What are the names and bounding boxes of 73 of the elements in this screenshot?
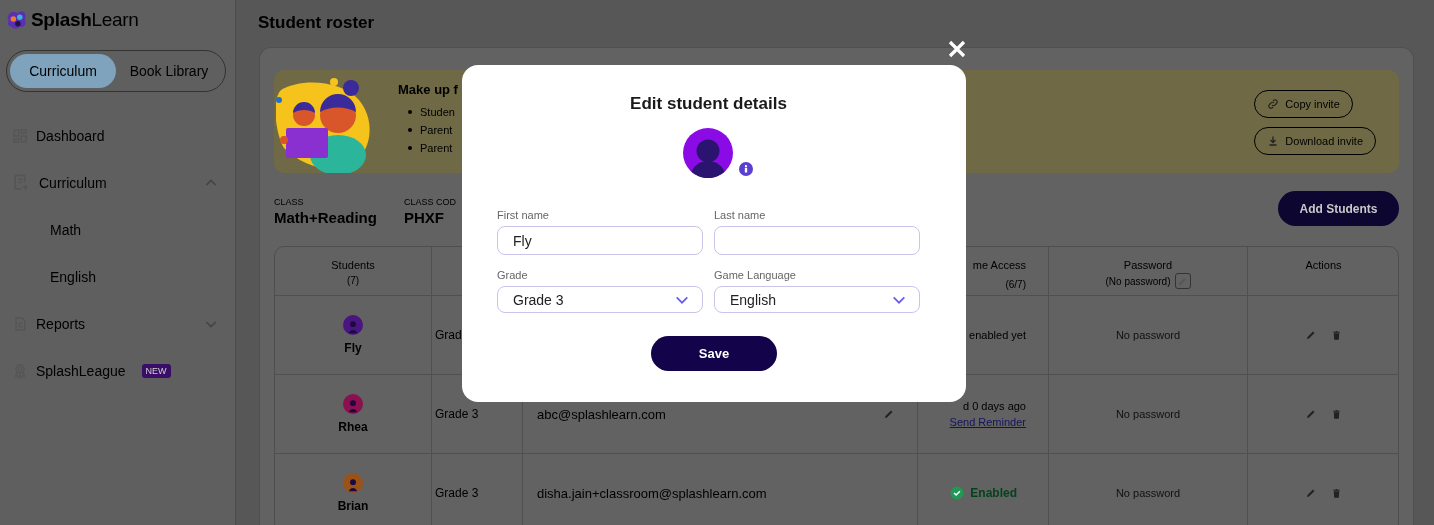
field-label: Last name [714, 209, 767, 221]
add-students-button[interactable]: Add Students [1278, 191, 1399, 226]
student-name: Fly [344, 341, 362, 355]
pencil-icon [1305, 329, 1317, 341]
password-text: No password [1115, 329, 1181, 341]
field-label: CLASS COD [403, 197, 456, 207]
column-count: (6/7) [1005, 278, 1026, 292]
edit-button[interactable] [1174, 273, 1191, 289]
field-label: Grade [497, 269, 529, 281]
bullet-text: Parent [420, 141, 453, 156]
bullet-icon [408, 146, 412, 150]
nav-item[interactable]: SplashLeague [36, 362, 126, 379]
field-value: Math+Reading [274, 209, 377, 226]
dialog-title: Edit student details [630, 93, 787, 115]
bullet-text: Parent [420, 123, 453, 138]
student-name: Rhea [338, 420, 368, 434]
grade-text: Grade 3 [435, 407, 479, 421]
access-status: Enabled [970, 486, 1017, 500]
download-icon [1267, 135, 1280, 147]
password-text: No password [1115, 408, 1181, 420]
avatar-icon [343, 394, 363, 414]
toggle-tab[interactable]: Book Library [116, 54, 222, 88]
column-note: (No password) [1105, 274, 1171, 289]
access-status: enabled yet [969, 329, 1026, 341]
page-title: Student roster [258, 12, 376, 34]
bullet-icon [408, 110, 412, 114]
nav-item[interactable]: Reports [36, 315, 86, 332]
info-icon [738, 162, 753, 176]
nav-item[interactable]: Curriculum [39, 174, 107, 191]
submenu-item[interactable]: Math [50, 221, 82, 238]
password-text: No password [1115, 487, 1181, 499]
new-badge: NEW [141, 363, 171, 378]
column-header: Password [1123, 258, 1173, 273]
avatar-icon [343, 473, 363, 493]
bullet-text: Studen [420, 105, 455, 120]
bullet-icon [408, 128, 412, 132]
student-name: Brian [337, 499, 369, 513]
trash-icon [1331, 408, 1342, 420]
save-button[interactable]: Save [651, 336, 777, 371]
access-status: d 0 days ago [963, 400, 1026, 412]
field-label: Game Language [714, 269, 797, 281]
grade-text: Grad [435, 328, 462, 342]
check-circle-icon [950, 486, 965, 500]
input-field[interactable] [714, 226, 920, 255]
send-reminder-link[interactable]: Send Reminder [949, 416, 1026, 428]
email-text: abc@splashlearn.com [537, 406, 666, 422]
column-count: (7) [346, 274, 360, 288]
trash-icon [1331, 329, 1342, 341]
submenu-item[interactable]: English [50, 268, 96, 285]
banner-heading: Make up f [398, 82, 459, 97]
pencil-icon [1305, 408, 1317, 420]
link-icon [1267, 98, 1280, 110]
field-value: PHXF [403, 209, 445, 226]
pencil-icon [1305, 487, 1317, 499]
avatar-icon [682, 128, 733, 178]
column-header: Actions [1305, 258, 1342, 273]
trash-icon [1331, 487, 1342, 499]
toggle-tab[interactable]: Curriculum [10, 54, 116, 88]
close-button[interactable] [947, 39, 967, 59]
dropdown[interactable]: English [714, 286, 920, 313]
pencil-icon [1177, 275, 1188, 287]
logo-text: SplashLearn [31, 9, 139, 31]
dropdown[interactable]: Grade 3 [497, 286, 703, 313]
field-label: First name [497, 209, 550, 221]
avatar-icon [343, 315, 363, 335]
grade-text: Grade 3 [435, 486, 479, 500]
input-field[interactable]: Fly [497, 226, 703, 255]
column-header: me Access [972, 258, 1026, 273]
email-text: disha.jain+classroom@splashlearn.com [537, 485, 767, 501]
field-label: CLASS [274, 197, 305, 207]
column-header: Students [331, 258, 375, 273]
nav-item[interactable]: Dashboard [36, 127, 105, 144]
logo-icon [6, 9, 28, 31]
